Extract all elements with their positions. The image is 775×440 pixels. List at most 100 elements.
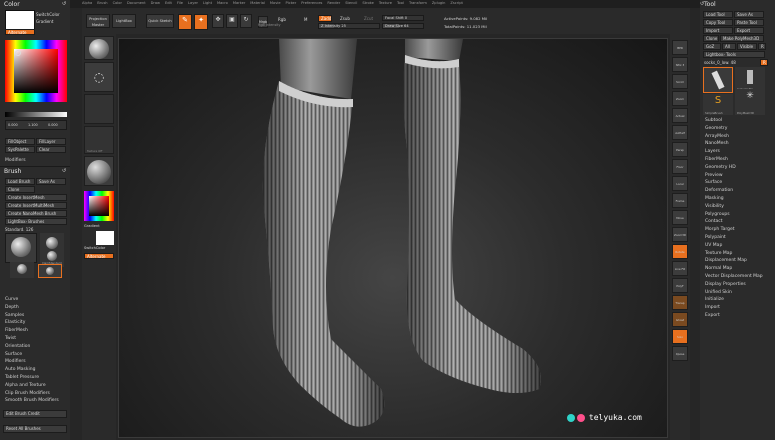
shelf-switchcolor-label[interactable]: SwitchColor: [84, 246, 105, 250]
tool-import-button[interactable]: Import: [703, 27, 733, 34]
brush-slot-4[interactable]: [38, 264, 62, 278]
main-color-swatch[interactable]: [5, 10, 35, 30]
shelf-color-picker-inner[interactable]: [89, 196, 109, 216]
tool-menu-item[interactable]: Normal Map: [700, 265, 775, 273]
tool-menu-item[interactable]: Display Properties: [700, 281, 775, 289]
tool-thumb-simplebrush[interactable]: S SimpleBrush: [703, 94, 733, 115]
shelf-alternate-button[interactable]: Alternate: [84, 253, 114, 259]
switchcolor-label[interactable]: SwitchColor: [36, 12, 60, 17]
brush-menu-item[interactable]: Elasticity: [0, 319, 70, 327]
tool-clone-button[interactable]: Clone: [703, 35, 719, 42]
create-insertmultimesh-button[interactable]: Create InsertMultiMesh: [5, 202, 67, 209]
tool-menu-item[interactable]: Morph Target: [700, 226, 775, 234]
brush-menu-item[interactable]: Alpha and Texture: [0, 382, 70, 390]
menu-item[interactable]: Render: [327, 1, 340, 5]
color-value-sliders[interactable]: 0.000 1.100 0.000: [5, 120, 67, 130]
brush-menu-item[interactable]: Clip Brush Modifiers: [0, 390, 70, 398]
lightbox-tools-button[interactable]: Lightbox› Tools: [703, 51, 765, 58]
alpha-shelf-button[interactable]: [84, 94, 114, 124]
menu-item[interactable]: Stroke: [362, 1, 373, 5]
stroke-shelf-button[interactable]: ◌: [84, 62, 114, 92]
brush-palette-close-icon[interactable]: ↺: [62, 168, 66, 174]
brush-menu-item[interactable]: FiberMesh: [0, 327, 70, 335]
right-shelf-button[interactable]: Scroll: [672, 74, 688, 89]
goz-r-button[interactable]: R: [758, 43, 766, 50]
right-shelf-button[interactable]: Xpose: [672, 346, 688, 361]
menu-item[interactable]: Texture: [379, 1, 392, 5]
tool-save-as-button[interactable]: Save As: [734, 11, 764, 18]
tool-menu-item[interactable]: Geometry: [700, 125, 775, 133]
projection-master-button[interactable]: Projection Master: [86, 14, 110, 28]
goz-button[interactable]: GoZ: [703, 43, 721, 50]
scale-mode-button[interactable]: ▣: [226, 14, 238, 28]
menu-item[interactable]: Color: [113, 1, 122, 5]
tool-menu-item[interactable]: NanoMesh: [700, 140, 775, 148]
tool-palette-close-icon[interactable]: ↺: [700, 1, 704, 7]
right-shelf-button[interactable]: Zoom3D: [672, 227, 688, 242]
zadd-button[interactable]: Zadd: [318, 15, 332, 22]
color-modifiers-item[interactable]: Modifiers: [0, 158, 26, 165]
tool-menu-item[interactable]: Geometry HD: [700, 164, 775, 172]
document-canvas[interactable]: telyuka.com: [118, 38, 668, 438]
shelf-color-picker[interactable]: [84, 191, 114, 221]
zcut-label[interactable]: Zcut: [364, 16, 373, 21]
right-shelf-button[interactable]: Floor: [672, 159, 688, 174]
menu-item[interactable]: Material: [250, 1, 265, 5]
menu-item[interactable]: Preferences: [301, 1, 322, 5]
tool-menu-item[interactable]: Contact: [700, 218, 775, 226]
tool-menu-item[interactable]: Texture Map: [700, 250, 775, 258]
tool-menu-item[interactable]: Masking: [700, 195, 775, 203]
right-shelf-button[interactable]: Rotate: [672, 244, 688, 259]
color-palette-close-icon[interactable]: ↺: [62, 1, 66, 7]
right-shelf-button[interactable]: Frame: [672, 193, 688, 208]
right-shelf-button[interactable]: AAHalf: [672, 125, 688, 140]
right-shelf-button[interactable]: Transp: [672, 295, 688, 310]
brush-menu-item[interactable]: Twist: [0, 335, 70, 343]
right-shelf-button[interactable]: Ghost: [672, 312, 688, 327]
menu-item[interactable]: Marker: [233, 1, 245, 5]
tool-menu-item[interactable]: Preview: [700, 172, 775, 180]
right-shelf-button[interactable]: Line Fill: [672, 261, 688, 276]
tool-export-button[interactable]: Export: [734, 27, 764, 34]
make-polymesh-button[interactable]: Make PolyMesh3D: [720, 35, 764, 42]
right-shelf-button[interactable]: SPix 3: [672, 57, 688, 72]
tool-menu-item[interactable]: Export: [700, 312, 775, 320]
tool-menu-item[interactable]: Surface: [700, 179, 775, 187]
brush-slot-3[interactable]: [10, 262, 34, 278]
tool-menu-item[interactable]: Import: [700, 304, 775, 312]
zsub-label[interactable]: Zsub: [340, 16, 350, 21]
shelf-main-color[interactable]: [96, 231, 114, 245]
tool-menu-item[interactable]: Visibility: [700, 203, 775, 211]
draw-size-slider[interactable]: Draw Size 64: [382, 23, 424, 29]
paste-tool-button[interactable]: Paste Tool: [734, 19, 764, 26]
menu-item[interactable]: Layer: [188, 1, 198, 5]
z-intensity-slider[interactable]: Z Intensity 25: [318, 23, 380, 29]
brush-menu-item[interactable]: Modifiers: [0, 358, 70, 366]
menu-item[interactable]: Movie: [270, 1, 281, 5]
tool-menu-item[interactable]: Initialize: [700, 296, 775, 304]
gray-slider[interactable]: [5, 112, 67, 117]
goz-all-button[interactable]: All: [722, 43, 736, 50]
menu-item[interactable]: Picker: [286, 1, 297, 5]
menu-item[interactable]: Transform: [409, 1, 427, 5]
goz-visible-button[interactable]: Visible: [737, 43, 757, 50]
brush-menu-item[interactable]: Auto Masking: [0, 366, 70, 374]
menu-item[interactable]: File: [177, 1, 183, 5]
fill-layer-button[interactable]: FillLayer: [36, 138, 66, 145]
m-label[interactable]: M: [304, 17, 307, 22]
copy-tool-button[interactable]: Copy Tool: [703, 19, 733, 26]
color-picker-inner[interactable]: [14, 49, 58, 93]
menu-item[interactable]: Brush: [97, 1, 107, 5]
menu-item[interactable]: Zplugin: [432, 1, 446, 5]
edit-brush-credit-button[interactable]: Edit Brush Credit: [3, 410, 67, 418]
reset-all-brushes-button[interactable]: Reset All Brushes: [3, 425, 67, 433]
fill-object-button[interactable]: FillObject: [5, 138, 35, 145]
tool-menu-item[interactable]: FiberMesh: [700, 156, 775, 164]
shelf-gradient-label[interactable]: Gradient: [84, 224, 100, 228]
tool-menu-item[interactable]: Vector Displacement Map: [700, 273, 775, 281]
alternate-button[interactable]: Alternate: [5, 29, 35, 35]
texture-shelf-button[interactable]: Texture Off: [84, 126, 114, 154]
rgb-label[interactable]: Rgb: [278, 17, 286, 22]
right-shelf-button[interactable]: Persp: [672, 142, 688, 157]
brush-menu-item[interactable]: Curve: [0, 296, 70, 304]
